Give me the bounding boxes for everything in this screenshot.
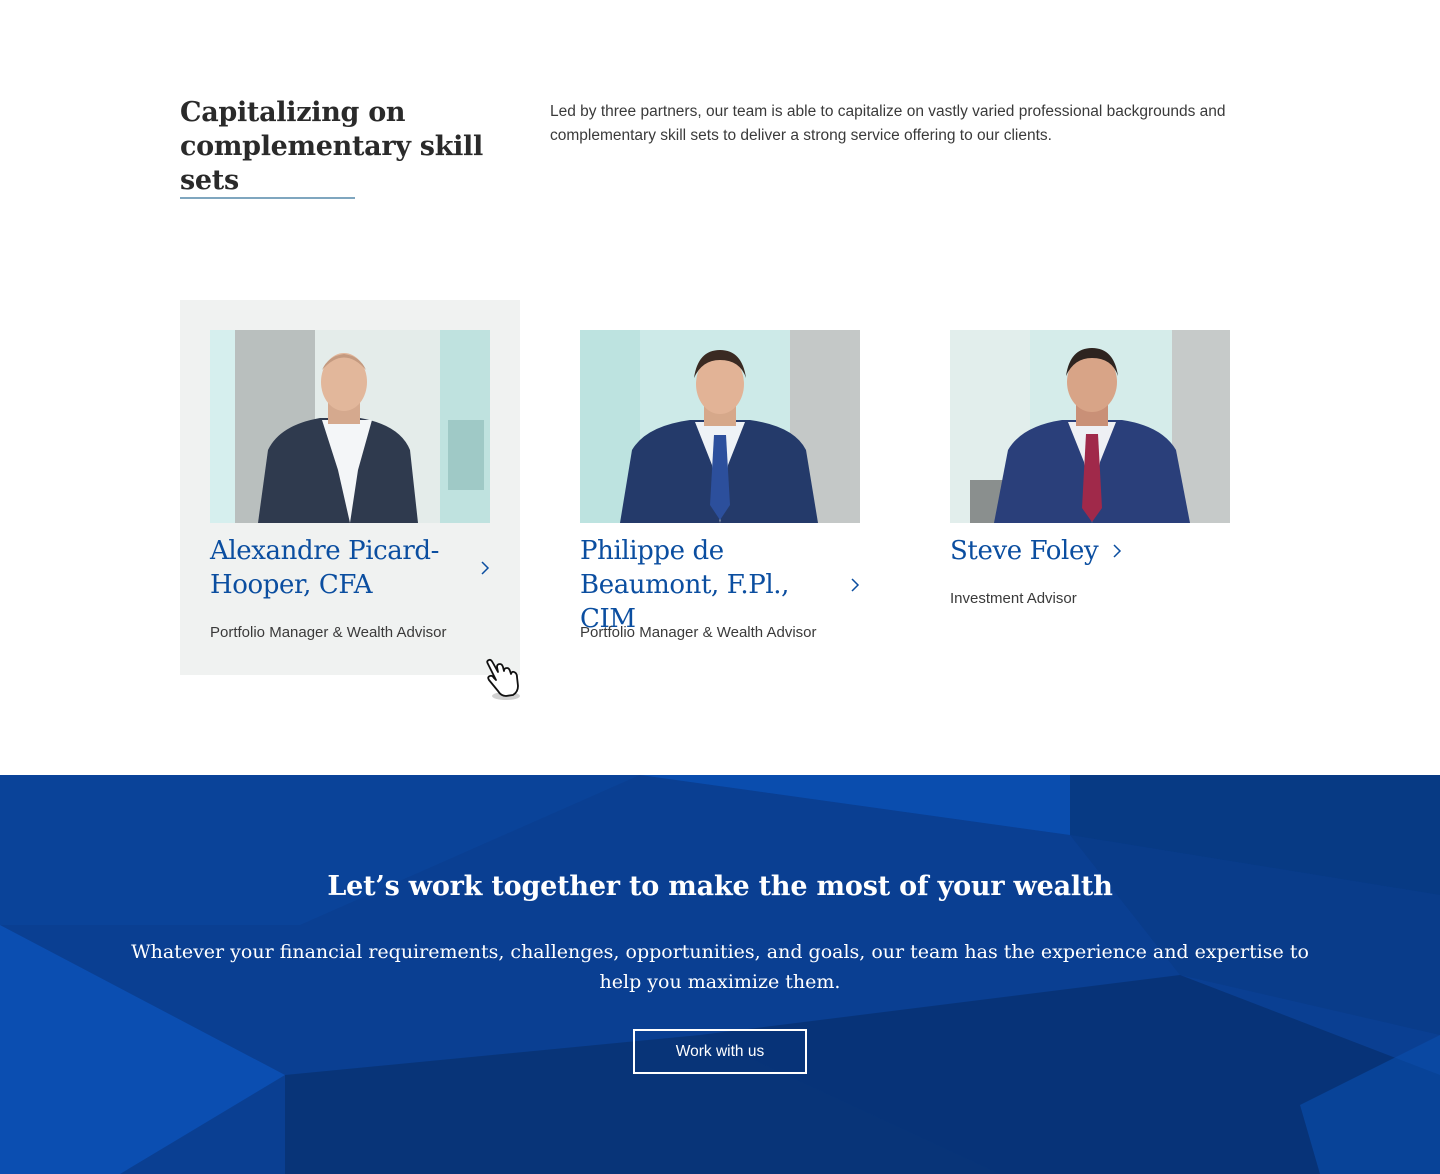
advisor-name-link[interactable]: Alexandre Picard-Hooper, CFA <box>210 534 490 602</box>
advisor-name: Philippe de Beaumont, F.Pl., CIM <box>580 536 789 634</box>
section-description: Led by three partners, our team is able … <box>550 103 1226 144</box>
advisor-name-link[interactable]: Steve Foley <box>950 534 1230 568</box>
team-card-1[interactable]: Alexandre Picard-Hooper, CFA Portfolio M… <box>180 300 520 675</box>
cta-banner: Let’s work together to make the most of … <box>0 775 1440 1174</box>
advisor-photo[interactable] <box>950 330 1230 523</box>
advisor-name: Steve Foley <box>950 536 1099 566</box>
section-title: Capitalizing on complementary skill sets <box>180 97 483 196</box>
advisor-photo[interactable] <box>210 330 490 523</box>
advisor-photo[interactable] <box>580 330 860 523</box>
chevron-right-icon <box>851 578 860 592</box>
advisor-name-link[interactable]: Philippe de Beaumont, F.Pl., CIM <box>580 534 860 636</box>
team-card-2[interactable]: Philippe de Beaumont, F.Pl., CIM Portfol… <box>550 300 890 675</box>
title-underline <box>180 197 355 199</box>
chevron-right-icon <box>1113 544 1122 558</box>
hand-pointer-icon <box>486 658 520 700</box>
advisor-role: Portfolio Manager & Wealth Advisor <box>580 624 817 641</box>
team-card-3[interactable]: Steve Foley Investment Advisor <box>920 300 1260 675</box>
advisor-role: Investment Advisor <box>950 590 1077 607</box>
cta-title: Let’s work together to make the most of … <box>327 871 1113 902</box>
chevron-right-icon <box>481 561 490 575</box>
work-with-us-button[interactable]: Work with us <box>633 1029 807 1074</box>
advisor-role: Portfolio Manager & Wealth Advisor <box>210 624 447 641</box>
cta-description: Whatever your financial requirements, ch… <box>131 941 1309 993</box>
advisor-name: Alexandre Picard-Hooper, CFA <box>210 536 440 600</box>
